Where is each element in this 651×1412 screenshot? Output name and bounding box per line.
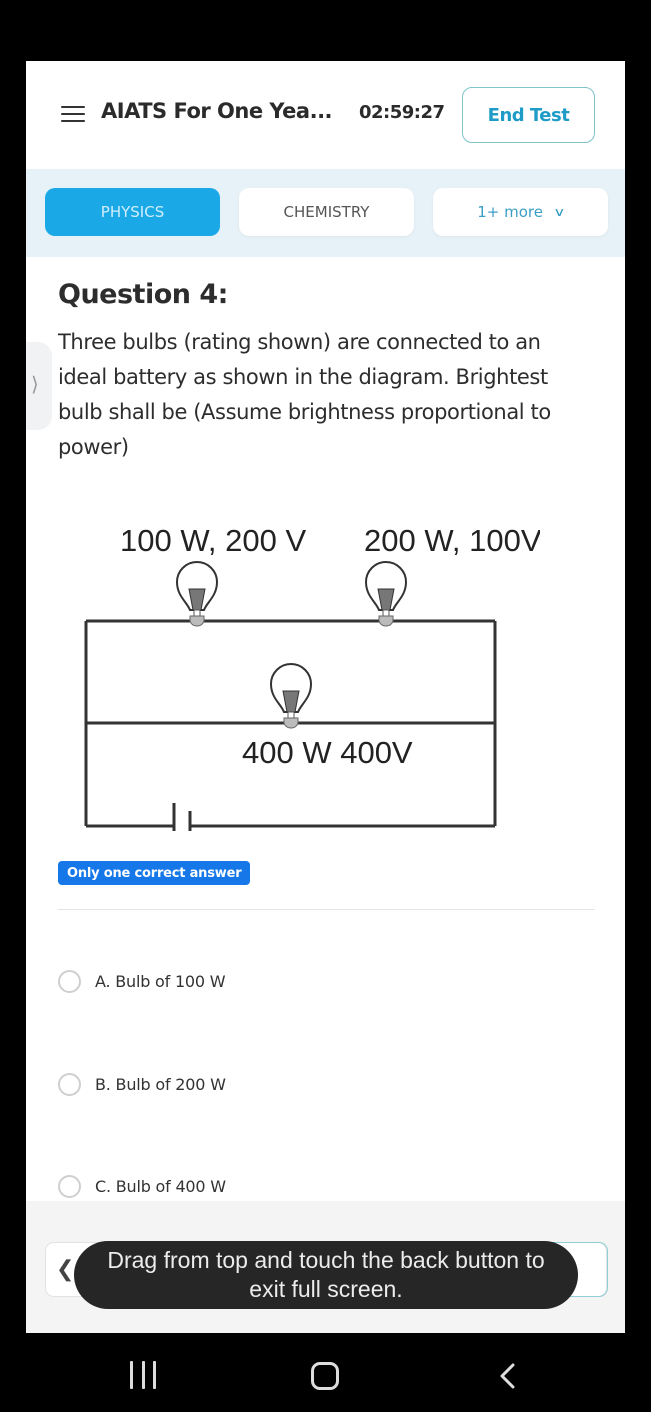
subject-tab-bar: PHYSICS CHEMISTRY 1+ more ∨: [26, 169, 625, 257]
tab-more-dropdown[interactable]: 1+ more ∨: [433, 188, 608, 236]
option-label: B. Bulb of 200 W: [95, 1074, 226, 1094]
bulb-2-icon: [365, 561, 407, 627]
end-test-button[interactable]: End Test: [462, 87, 595, 143]
chevron-down-icon: ∨: [553, 205, 566, 219]
radio-button[interactable]: [58, 1174, 81, 1198]
option-b[interactable]: B. Bulb of 200 W: [58, 1069, 226, 1099]
option-a[interactable]: A. Bulb of 100 W: [58, 966, 226, 996]
recents-icon[interactable]: [130, 1361, 156, 1389]
back-icon[interactable]: [498, 1363, 518, 1389]
tab-physics[interactable]: PHYSICS: [45, 188, 220, 236]
home-icon[interactable]: [311, 1362, 339, 1390]
bulb-3-rating: 400 W 400V: [242, 735, 413, 770]
chevron-left-icon[interactable]: ❮: [56, 1257, 74, 1282]
tab-chemistry[interactable]: CHEMISTRY: [239, 188, 414, 236]
option-label: A. Bulb of 100 W: [95, 971, 226, 991]
battery-icon: [172, 803, 192, 849]
option-c[interactable]: C. Bulb of 400 W: [58, 1171, 226, 1201]
tab-label: CHEMISTRY: [283, 203, 370, 221]
hamburger-menu-icon[interactable]: [61, 106, 85, 124]
app-screen: AIATS For One Yea... 02:59:27 End Test P…: [26, 61, 625, 1333]
system-navigation-bar: [0, 1333, 651, 1412]
radio-button[interactable]: [58, 969, 81, 993]
side-panel-handle[interactable]: ⟩: [26, 342, 52, 430]
circuit-svg: 100 W, 200 V 200 W, 100V 400 W 400V 100 …: [84, 523, 542, 888]
countdown-timer: 02:59:27: [359, 102, 445, 123]
chevron-right-icon: ⟩: [31, 372, 39, 396]
question-type-badge: Only one correct answer: [58, 861, 251, 885]
fullscreen-toast: Drag from top and touch the back button …: [74, 1241, 578, 1309]
divider: [58, 909, 595, 910]
circuit-diagram: 100 W, 200 V 200 W, 100V 400 W 400V 100 …: [40, 461, 542, 888]
question-title: Question 4:: [58, 279, 228, 310]
tab-label: PHYSICS: [100, 203, 165, 221]
top-bar: AIATS For One Yea... 02:59:27 End Test: [26, 61, 625, 169]
question-text: Three bulbs (rating shown) are connected…: [58, 330, 551, 459]
bulb-2-rating: 200 W, 100V: [364, 523, 540, 558]
bulb-1-icon: [176, 561, 218, 627]
radio-button[interactable]: [58, 1072, 81, 1096]
test-title: AIATS For One Yea...: [101, 99, 333, 123]
bulb-1-rating: 100 W, 200 V: [120, 523, 306, 558]
option-label: C. Bulb of 400 W: [95, 1176, 226, 1196]
tab-label: 1+ more: [477, 203, 543, 221]
bulb-3-icon: [270, 663, 312, 729]
